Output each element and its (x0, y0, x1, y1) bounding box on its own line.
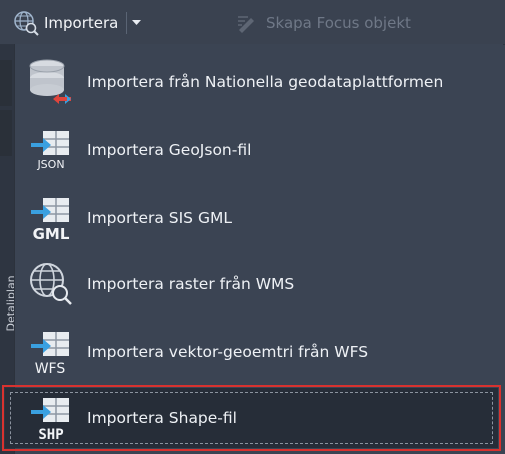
menu-item-import-ngp[interactable]: Importera från Nationella geodataplattfo… (27, 52, 503, 112)
menu-item-label: Importera från Nationella geodataplattfo… (87, 73, 444, 91)
focus-dashed-border (10, 392, 493, 444)
menu-item-label: Importera GeoJson-fil (87, 141, 252, 159)
gml-badge-text: GML (33, 225, 70, 241)
shp-badge-text: SHP (38, 427, 63, 441)
globe-search-icon (14, 11, 39, 36)
menu-item-label: Importera SIS GML (87, 209, 232, 227)
side-strip-tab (0, 60, 12, 106)
create-focus-object-label: Skapa Focus objekt (266, 14, 411, 32)
menu-item-import-geojson[interactable]: JSON Importera GeoJson-fil (27, 120, 503, 180)
menu-item-import-wfs[interactable]: WFS Importera vektor-geoemtri från WFS (27, 322, 503, 382)
menu-item-label: Importera raster från WMS (87, 275, 295, 293)
create-focus-object-button[interactable]: Skapa Focus objekt (236, 8, 466, 38)
database-export-icon (27, 58, 75, 106)
import-dropdown-label: Importera (44, 14, 119, 32)
chevron-down-icon[interactable] (126, 12, 145, 34)
app-side-strip: Detaljplan (0, 0, 18, 454)
menu-item-label: Importera Shape-fil (87, 409, 237, 427)
side-strip-tab (0, 110, 12, 156)
menu-item-label: Importera vektor-geoemtri från WFS (87, 343, 369, 361)
shp-import-icon: SHP (27, 394, 75, 442)
import-dropdown-menu: Importera från Nationella geodataplattfo… (2, 44, 503, 454)
globe-search-icon (27, 260, 75, 308)
wfs-import-icon: WFS (27, 328, 75, 376)
import-dropdown-button[interactable]: Importera (12, 8, 172, 38)
toolbar: Importera Skapa Focus objekt (0, 0, 505, 45)
menu-item-import-shape[interactable]: SHP Importera Shape-fil (2, 385, 501, 451)
wfs-badge-text: WFS (35, 361, 66, 375)
pen-lines-icon (238, 16, 254, 33)
json-import-icon: JSON (27, 126, 75, 174)
menu-item-import-sis-gml[interactable]: GML Importera SIS GML (27, 188, 503, 248)
json-badge-text: JSON (36, 158, 64, 171)
menu-item-import-wms[interactable]: Importera raster från WMS (27, 254, 503, 314)
gml-import-icon: GML (27, 194, 75, 242)
